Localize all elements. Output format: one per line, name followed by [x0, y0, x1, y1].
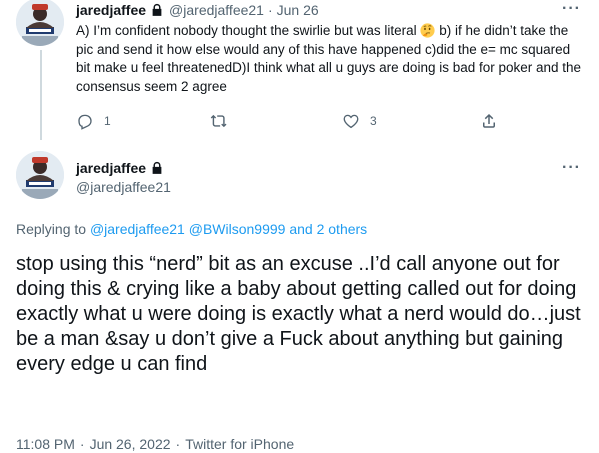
avatar[interactable]	[16, 151, 64, 199]
main-tweet: jaredjaffee @jaredjaffee21 ··· Replying …	[0, 140, 599, 453]
main-tweet-text: stop using this “nerd” bit as an excuse …	[16, 253, 581, 375]
retweet-action[interactable]	[210, 112, 238, 130]
separator: ·	[79, 436, 85, 452]
avatar-image	[16, 151, 64, 199]
separator: ·	[267, 2, 273, 18]
heart-icon	[343, 114, 359, 129]
avatar[interactable]	[16, 0, 64, 46]
tweet-actions: 1 3	[76, 112, 506, 134]
replying-to-user-link[interactable]: @jaredjaffee21	[90, 221, 185, 237]
reply-icon	[78, 114, 92, 130]
like-count: 3	[370, 114, 377, 128]
replying-to-user-link[interactable]: @BWilson9999	[189, 221, 286, 237]
reply-tweet-text: A) I’m confident nobody thought the swir…	[76, 22, 586, 96]
handle[interactable]: @jaredjaffee21	[169, 2, 264, 18]
replying-to-label: Replying to	[16, 221, 87, 237]
tweet-time[interactable]: 11:08 PM	[16, 436, 75, 452]
display-name[interactable]: jaredjaffee	[76, 2, 146, 18]
reply-tweet-header: jaredjaffee @jaredjaffee21 · Jun 26	[76, 1, 319, 19]
display-name[interactable]: jaredjaffee	[76, 160, 146, 176]
replying-to: Replying to @jaredjaffee21 @BWilson9999 …	[16, 221, 367, 237]
reply-tweet[interactable]: jaredjaffee @jaredjaffee21 · Jun 26 ··· …	[0, 0, 599, 140]
share-icon	[483, 113, 495, 128]
tweet-date[interactable]: Jun 26	[277, 2, 319, 18]
like-action[interactable]: 3	[342, 112, 377, 130]
tweet-text-part-1: A) I’m confident nobody thought the swir…	[76, 23, 421, 38]
tweet-metadata: 11:08 PM · Jun 26, 2022 · Twitter for iPhone	[16, 436, 294, 452]
replying-to-others-link[interactable]: 2 others	[317, 221, 368, 237]
lock-icon	[152, 161, 162, 174]
reply-count: 1	[104, 114, 111, 128]
share-action[interactable]	[480, 112, 498, 130]
more-icon[interactable]: ···	[562, 159, 581, 177]
thread-connector-line	[40, 50, 42, 140]
author-name-row: jaredjaffee	[76, 159, 169, 177]
separator: ·	[175, 436, 181, 452]
retweet-icon	[210, 114, 227, 128]
handle[interactable]: @jaredjaffee21	[76, 179, 171, 195]
reply-action[interactable]: 1	[76, 112, 111, 130]
replying-to-and[interactable]: and	[289, 221, 312, 237]
tweet-source[interactable]: Twitter for iPhone	[185, 436, 294, 452]
avatar-image	[16, 0, 64, 46]
more-icon[interactable]: ···	[562, 0, 581, 18]
thinking-face-emoji-icon	[420, 23, 436, 38]
lock-icon	[152, 3, 162, 16]
tweet-date[interactable]: Jun 26, 2022	[90, 436, 171, 452]
